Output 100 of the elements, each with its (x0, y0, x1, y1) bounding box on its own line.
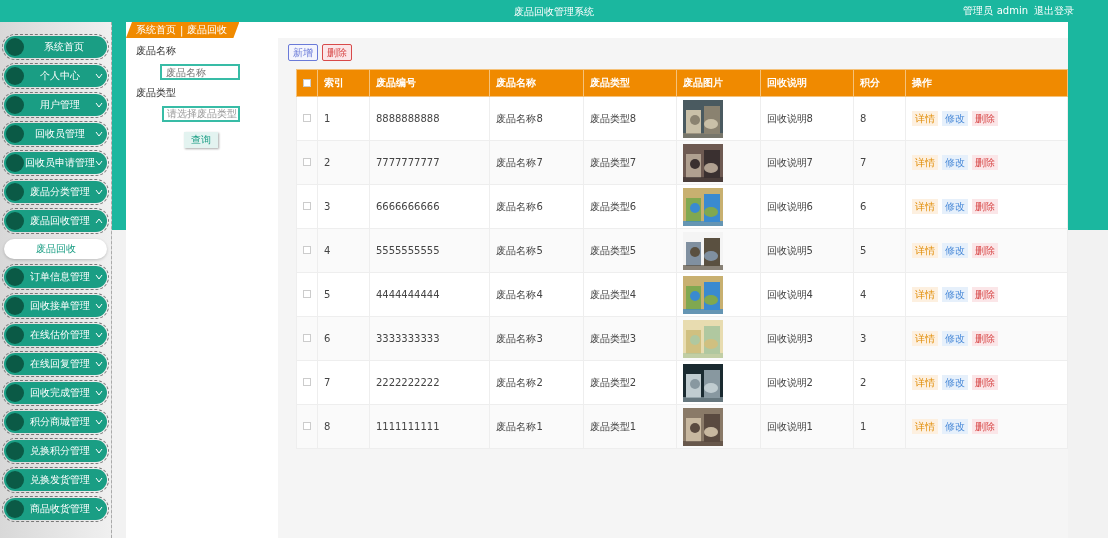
table-cell: 废品类型5 (583, 228, 677, 273)
action-button[interactable]: 删除 (971, 199, 998, 214)
header-cell: 废品图片 (676, 69, 761, 97)
chevron-down-icon (95, 73, 103, 79)
table-cell: 废品名称2 (489, 360, 584, 405)
sidebar-item[interactable]: 积分商城管理 (4, 411, 107, 433)
table-cell: 1111111111 (369, 404, 490, 449)
action-button[interactable]: 修改 (941, 331, 968, 346)
sidebar-item[interactable]: 回收完成管理 (4, 382, 107, 404)
type-select[interactable]: 请选择废品类型 (162, 106, 240, 122)
field-label: 废品名称 (136, 44, 177, 58)
action-button[interactable]: 删除 (971, 243, 998, 258)
action-button[interactable]: 修改 (941, 287, 968, 302)
user-label: 管理员 admin (963, 4, 1028, 18)
row-checkbox[interactable] (303, 290, 311, 298)
sidebar-item[interactable]: 个人中心 (4, 65, 107, 87)
action-button[interactable]: 修改 (941, 243, 968, 258)
action-button[interactable]: 详情 (911, 155, 938, 170)
chevron-up-icon (95, 218, 103, 224)
field-label: 废品类型 (136, 86, 177, 100)
table-cell: 废品类型4 (583, 272, 677, 317)
table-cell: 7 (853, 140, 906, 185)
table-cell: 废品类型3 (583, 316, 677, 361)
table-cell: 5 (853, 228, 906, 273)
sidebar-item[interactable]: 在线估价管理 (4, 324, 107, 346)
action-button[interactable]: 删除 (971, 375, 998, 390)
row-checkbox[interactable] (303, 378, 311, 386)
table-cell: 回收说明3 (760, 316, 854, 361)
action-button[interactable]: 详情 (911, 199, 938, 214)
logout-link[interactable]: 退出登录 (1034, 4, 1074, 18)
chevron-down-icon (95, 419, 103, 425)
action-button[interactable]: 删除 (971, 419, 998, 434)
table-cell: 废品类型2 (583, 360, 677, 405)
circle-icon (6, 67, 24, 85)
action-button[interactable]: 详情 (911, 419, 938, 434)
row-checkbox[interactable] (303, 334, 311, 342)
row-checkbox[interactable] (303, 158, 311, 166)
action-button[interactable]: 删除 (971, 111, 998, 126)
action-button[interactable]: 修改 (941, 419, 968, 434)
row-checkbox[interactable] (303, 202, 311, 210)
action-button[interactable]: 修改 (941, 199, 968, 214)
action-button[interactable]: 修改 (941, 111, 968, 126)
sidebar-item[interactable]: 废品回收管理 (4, 210, 107, 232)
row-checkbox[interactable] (303, 422, 311, 430)
table-cell: 2222222222 (369, 360, 490, 405)
sidebar-subitem[interactable]: 废品回收 (4, 239, 107, 259)
action-button[interactable]: 修改 (941, 375, 968, 390)
action-button[interactable]: 删除 (971, 287, 998, 302)
sidebar-item[interactable]: 订单信息管理 (4, 266, 107, 288)
table-cell: 回收说明7 (760, 140, 854, 185)
app-title: 废品回收管理系统 (514, 5, 594, 19)
sidebar-item[interactable]: 系统首页 (4, 36, 107, 58)
delete-button[interactable]: 删除 (322, 44, 352, 61)
chevron-down-icon (95, 160, 103, 166)
sidebar-item[interactable]: 回收接单管理 (4, 295, 107, 317)
table-cell: 废品类型6 (583, 184, 677, 229)
circle-icon (6, 355, 24, 373)
action-button[interactable]: 详情 (911, 287, 938, 302)
table-cell: 4444444444 (369, 272, 490, 317)
table-cell: 废品名称4 (489, 272, 584, 317)
table-cell: 废品名称1 (489, 404, 584, 449)
sidebar-item[interactable]: 回收员申请管理 (4, 152, 107, 174)
circle-icon (6, 500, 24, 518)
sidebar-item[interactable]: 废品分类管理 (4, 181, 107, 203)
sidebar-item[interactable]: 在线回复管理 (4, 353, 107, 375)
action-button[interactable]: 删除 (971, 331, 998, 346)
query-button[interactable]: 查询 (184, 132, 218, 148)
action-button[interactable]: 详情 (911, 111, 938, 126)
add-button[interactable]: 新增 (288, 44, 318, 61)
table-cell: 回收说明6 (760, 184, 854, 229)
circle-icon (6, 326, 24, 344)
name-input[interactable]: 废品名称 (160, 64, 240, 80)
circle-icon (6, 384, 24, 402)
chevron-down-icon (95, 189, 103, 195)
table-cell: 废品类型7 (583, 140, 677, 185)
sidebar-item[interactable]: 用户管理 (4, 94, 107, 116)
action-button[interactable]: 修改 (941, 155, 968, 170)
select-all-checkbox[interactable] (303, 78, 311, 87)
sidebar-item[interactable]: 商品收货管理 (4, 498, 107, 520)
header-cell: 废品名称 (489, 69, 584, 97)
action-button[interactable]: 详情 (911, 331, 938, 346)
sidebar-item[interactable]: 回收员管理 (4, 123, 107, 145)
chevron-down-icon (95, 303, 103, 309)
table-cell: 废品名称7 (489, 140, 584, 185)
circle-icon (6, 413, 24, 431)
circle-icon (6, 38, 24, 56)
table-cell: 回收说明2 (760, 360, 854, 405)
sidebar-item[interactable]: 兑换积分管理 (4, 440, 107, 462)
action-button[interactable]: 删除 (971, 155, 998, 170)
action-button[interactable]: 详情 (911, 375, 938, 390)
sidebar-item[interactable]: 兑换发货管理 (4, 469, 107, 491)
table-cell: 7777777777 (369, 140, 490, 185)
table-cell: 废品名称5 (489, 228, 584, 273)
circle-icon (6, 96, 24, 114)
action-button[interactable]: 详情 (911, 243, 938, 258)
table-cell: 3333333333 (369, 316, 490, 361)
row-checkbox[interactable] (303, 114, 311, 122)
chevron-down-icon (95, 332, 103, 338)
chevron-down-icon (95, 448, 103, 454)
row-checkbox[interactable] (303, 246, 311, 254)
